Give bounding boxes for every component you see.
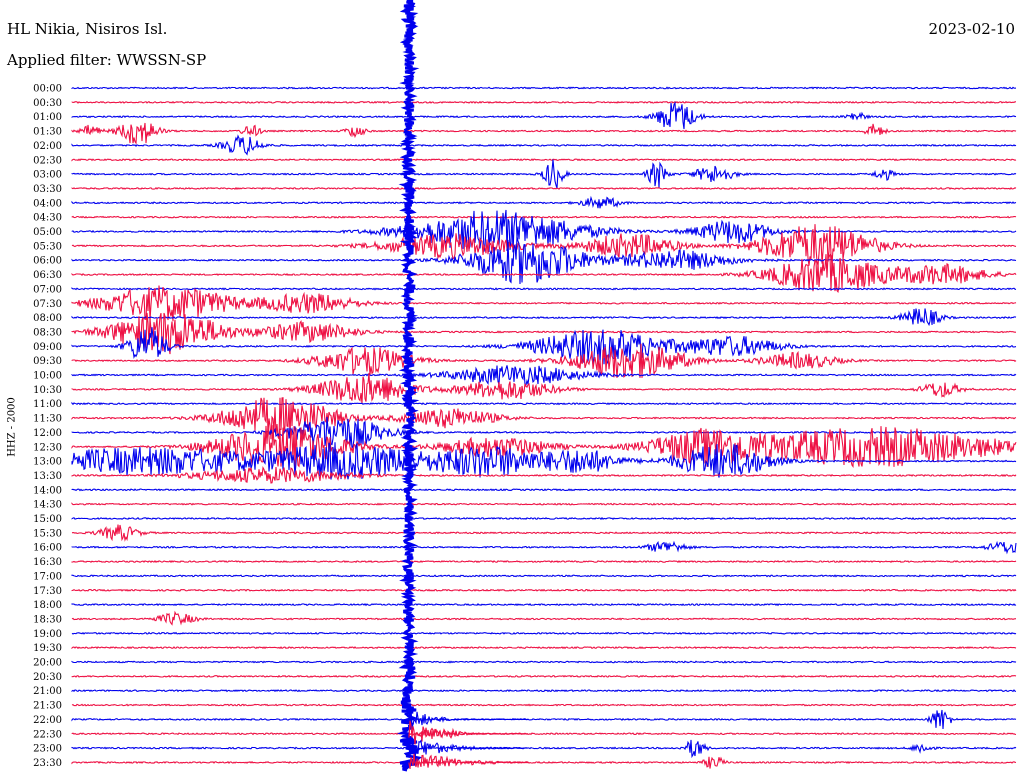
trace-row-1500: [71, 516, 1017, 521]
time-tick-label: 18:00: [33, 600, 62, 611]
trace-row-2030: [71, 674, 1017, 678]
time-tick-label: 21:30: [33, 701, 62, 712]
time-tick-label: 10:00: [33, 371, 62, 382]
trace-row-0830: [71, 312, 1016, 355]
trace-row-0300: [71, 159, 1017, 189]
trace-row-0100: [71, 101, 1017, 130]
time-tick-label: 03:30: [33, 184, 62, 195]
time-tick-label: 05:00: [33, 227, 62, 238]
trace-row-1600: [71, 540, 1017, 555]
time-tick-label: 19:00: [33, 629, 62, 640]
time-tick-label: 05:30: [33, 241, 62, 252]
trace-row-0330: [71, 186, 1017, 190]
trace-row-0230: [71, 158, 1017, 162]
time-tick-label: 15:30: [33, 528, 62, 539]
time-tick-label: 16:30: [33, 557, 62, 568]
time-tick-label: 00:30: [33, 98, 62, 109]
time-tick-label: 06:30: [33, 270, 62, 281]
time-tick-label: 23:00: [33, 744, 62, 755]
time-tick-label: 12:00: [33, 428, 62, 439]
time-tick-label: 10:30: [33, 385, 62, 396]
trace-row-2300: [71, 739, 1017, 759]
trace-row-1830: [71, 610, 1017, 626]
time-tick-label: 23:30: [33, 758, 62, 769]
time-tick-labels: 00:00 00:30 01:00 01:30 02:00 02:30 03:00 03:30…: [33, 84, 62, 769]
time-tick-label: 02:30: [33, 155, 62, 166]
trace-row-1000: [71, 365, 1017, 386]
trace-row-1100: [71, 401, 1017, 406]
time-tick-label: 01:30: [33, 127, 62, 138]
trace-row-0800: [71, 308, 1017, 327]
trace-row-0030: [71, 100, 1016, 104]
time-tick-label: 14:30: [33, 500, 62, 511]
time-tick-label: 13:00: [33, 457, 62, 468]
trace-row-1330: [71, 466, 1017, 484]
trace-row-1930: [71, 646, 1017, 650]
time-tick-label: 17:30: [33, 586, 62, 597]
time-tick-label: 18:30: [33, 614, 62, 625]
trace-row-1900: [71, 631, 1017, 635]
trace-row-0930: [71, 343, 1017, 378]
time-tick-label: 22:30: [33, 729, 62, 740]
time-tick-label: 03:00: [33, 170, 62, 181]
time-tick-label: 08:30: [33, 327, 62, 338]
trace-row-0130: [71, 122, 1017, 145]
earthquake-coda: [408, 753, 529, 769]
time-tick-label: 21:00: [33, 686, 62, 697]
helicorder-plot: 00:00 00:30 01:00 01:30 02:00 02:30 03:00 03:30…: [33, 0, 1017, 772]
time-tick-label: 20:30: [33, 672, 62, 683]
time-tick-label: 12:30: [33, 442, 62, 453]
time-tick-label: 00:00: [33, 84, 62, 95]
earthquake-coda: [408, 739, 529, 760]
trace-row-0200: [71, 134, 1017, 156]
time-tick-label: 06:00: [33, 256, 62, 267]
seismic-traces: [71, 86, 1017, 769]
trace-row-1800: [71, 602, 1017, 607]
trace-row-2000: [71, 660, 1017, 664]
time-tick-label: 04:30: [33, 213, 62, 224]
time-tick-label: 07:00: [33, 284, 62, 295]
time-tick-label: 19:30: [33, 643, 62, 654]
time-tick-label: 17:00: [33, 571, 62, 582]
time-tick-label: 14:00: [33, 485, 62, 496]
trace-row-2330: [71, 756, 1017, 769]
earthquake-coda: [408, 707, 528, 728]
time-tick-label: 11:30: [33, 414, 62, 425]
time-tick-label: 01:00: [33, 112, 62, 123]
time-tick-label: 09:00: [33, 342, 62, 353]
trace-row-2230: [71, 727, 1017, 739]
trace-row-0700: [71, 287, 1017, 291]
trace-row-2130: [71, 703, 1017, 707]
trace-row-1430: [71, 502, 1017, 506]
time-tick-label: 11:00: [33, 399, 62, 410]
trace-row-1700: [71, 574, 1017, 578]
trace-row-1400: [71, 488, 1017, 492]
trace-row-1630: [71, 559, 1017, 564]
trace-row-2200: [71, 709, 1017, 730]
time-tick-label: 22:00: [33, 715, 62, 726]
time-tick-label: 08:00: [33, 313, 62, 324]
trace-row-0730: [71, 285, 1017, 322]
time-tick-label: 09:30: [33, 356, 62, 367]
time-tick-label: 20:00: [33, 658, 62, 669]
trace-row-1730: [71, 588, 1017, 592]
time-tick-label: 16:00: [33, 543, 62, 554]
time-tick-label: 07:30: [33, 299, 62, 310]
time-tick-label: 02:00: [33, 141, 62, 152]
trace-row-0000: [71, 86, 1017, 90]
trace-row-2100: [71, 689, 1017, 693]
time-tick-label: 13:30: [33, 471, 62, 482]
time-tick-label: 15:00: [33, 514, 62, 525]
trace-row-1530: [71, 524, 1017, 542]
trace-row-0430: [71, 215, 1017, 219]
trace-row-0400: [71, 195, 1017, 209]
time-tick-label: 04:00: [33, 198, 62, 209]
